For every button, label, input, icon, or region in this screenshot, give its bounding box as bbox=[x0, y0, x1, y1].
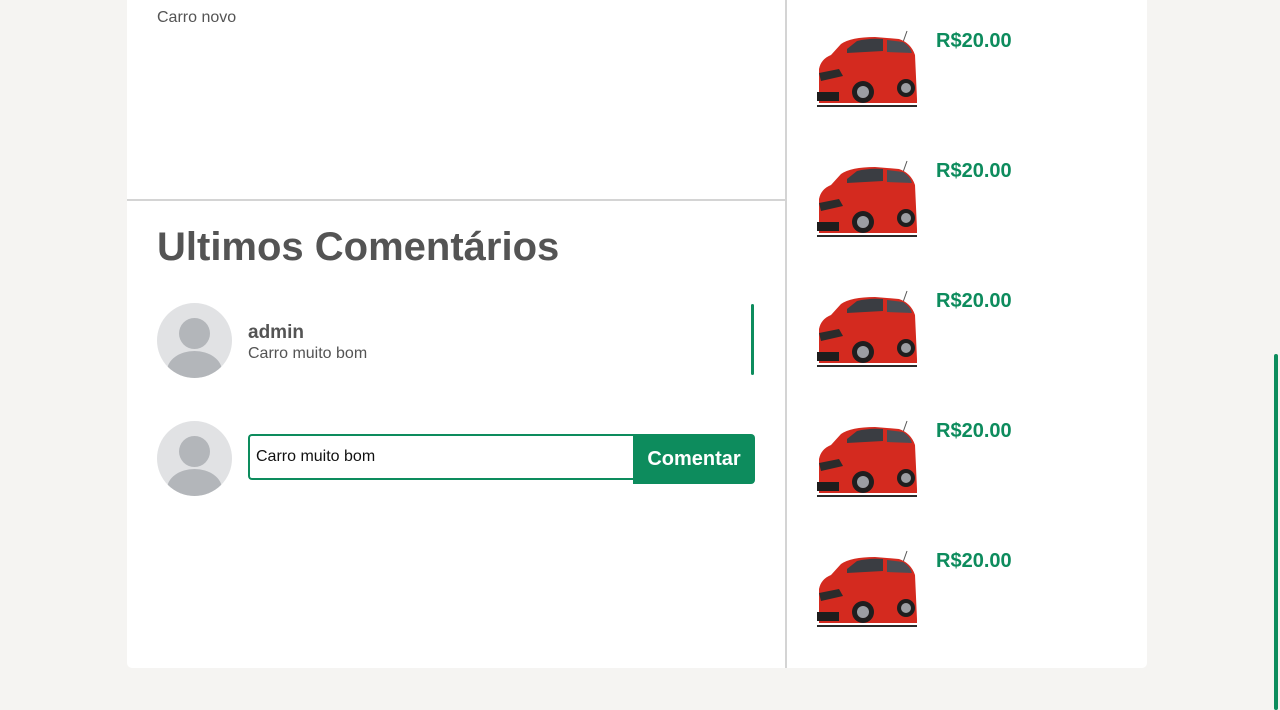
comment-author: admin bbox=[248, 322, 304, 343]
comment-item: admin Carro muito bom bbox=[157, 303, 755, 378]
comment-text: Carro muito bom bbox=[248, 345, 368, 362]
product-price: R$20.00 bbox=[936, 420, 1012, 442]
comment-input[interactable] bbox=[248, 434, 635, 480]
product-price: R$20.00 bbox=[936, 160, 1012, 182]
product-description: Carro novo bbox=[157, 9, 237, 26]
page: Carro novo Ultimos Comentários admin Car… bbox=[0, 0, 1280, 710]
comments-title: Ultimos Comentários bbox=[157, 225, 560, 269]
comment-submit-button[interactable]: Comentar bbox=[633, 434, 755, 484]
comment-compose: Comentar bbox=[157, 421, 755, 496]
car-thumbnail-icon bbox=[817, 30, 917, 107]
avatar-icon bbox=[157, 421, 232, 496]
scrollbar-thumb[interactable] bbox=[1274, 354, 1278, 710]
avatar-icon bbox=[157, 303, 232, 378]
product-card: Carro novo Ultimos Comentários admin Car… bbox=[127, 0, 1147, 668]
related-product-item[interactable]: R$20.00 bbox=[817, 289, 1137, 379]
car-thumbnail-icon bbox=[817, 550, 917, 627]
related-product-item[interactable]: R$20.00 bbox=[817, 549, 1137, 639]
car-thumbnail-icon bbox=[817, 420, 917, 497]
related-products-column: R$20.00 R$20.00 R$20.00 R$20.00 R$20.00 bbox=[787, 0, 1147, 668]
product-price: R$20.00 bbox=[936, 30, 1012, 52]
product-main-column: Carro novo Ultimos Comentários admin Car… bbox=[127, 0, 787, 668]
car-thumbnail-icon bbox=[817, 290, 917, 367]
product-price: R$20.00 bbox=[936, 550, 1012, 572]
related-product-item[interactable]: R$20.00 bbox=[817, 159, 1137, 249]
comment-accent-bar bbox=[751, 304, 754, 375]
car-thumbnail-icon bbox=[817, 160, 917, 237]
related-product-item[interactable]: R$20.00 bbox=[817, 419, 1137, 509]
product-price: R$20.00 bbox=[936, 290, 1012, 312]
section-divider bbox=[127, 199, 785, 201]
related-product-item[interactable]: R$20.00 bbox=[817, 29, 1137, 119]
